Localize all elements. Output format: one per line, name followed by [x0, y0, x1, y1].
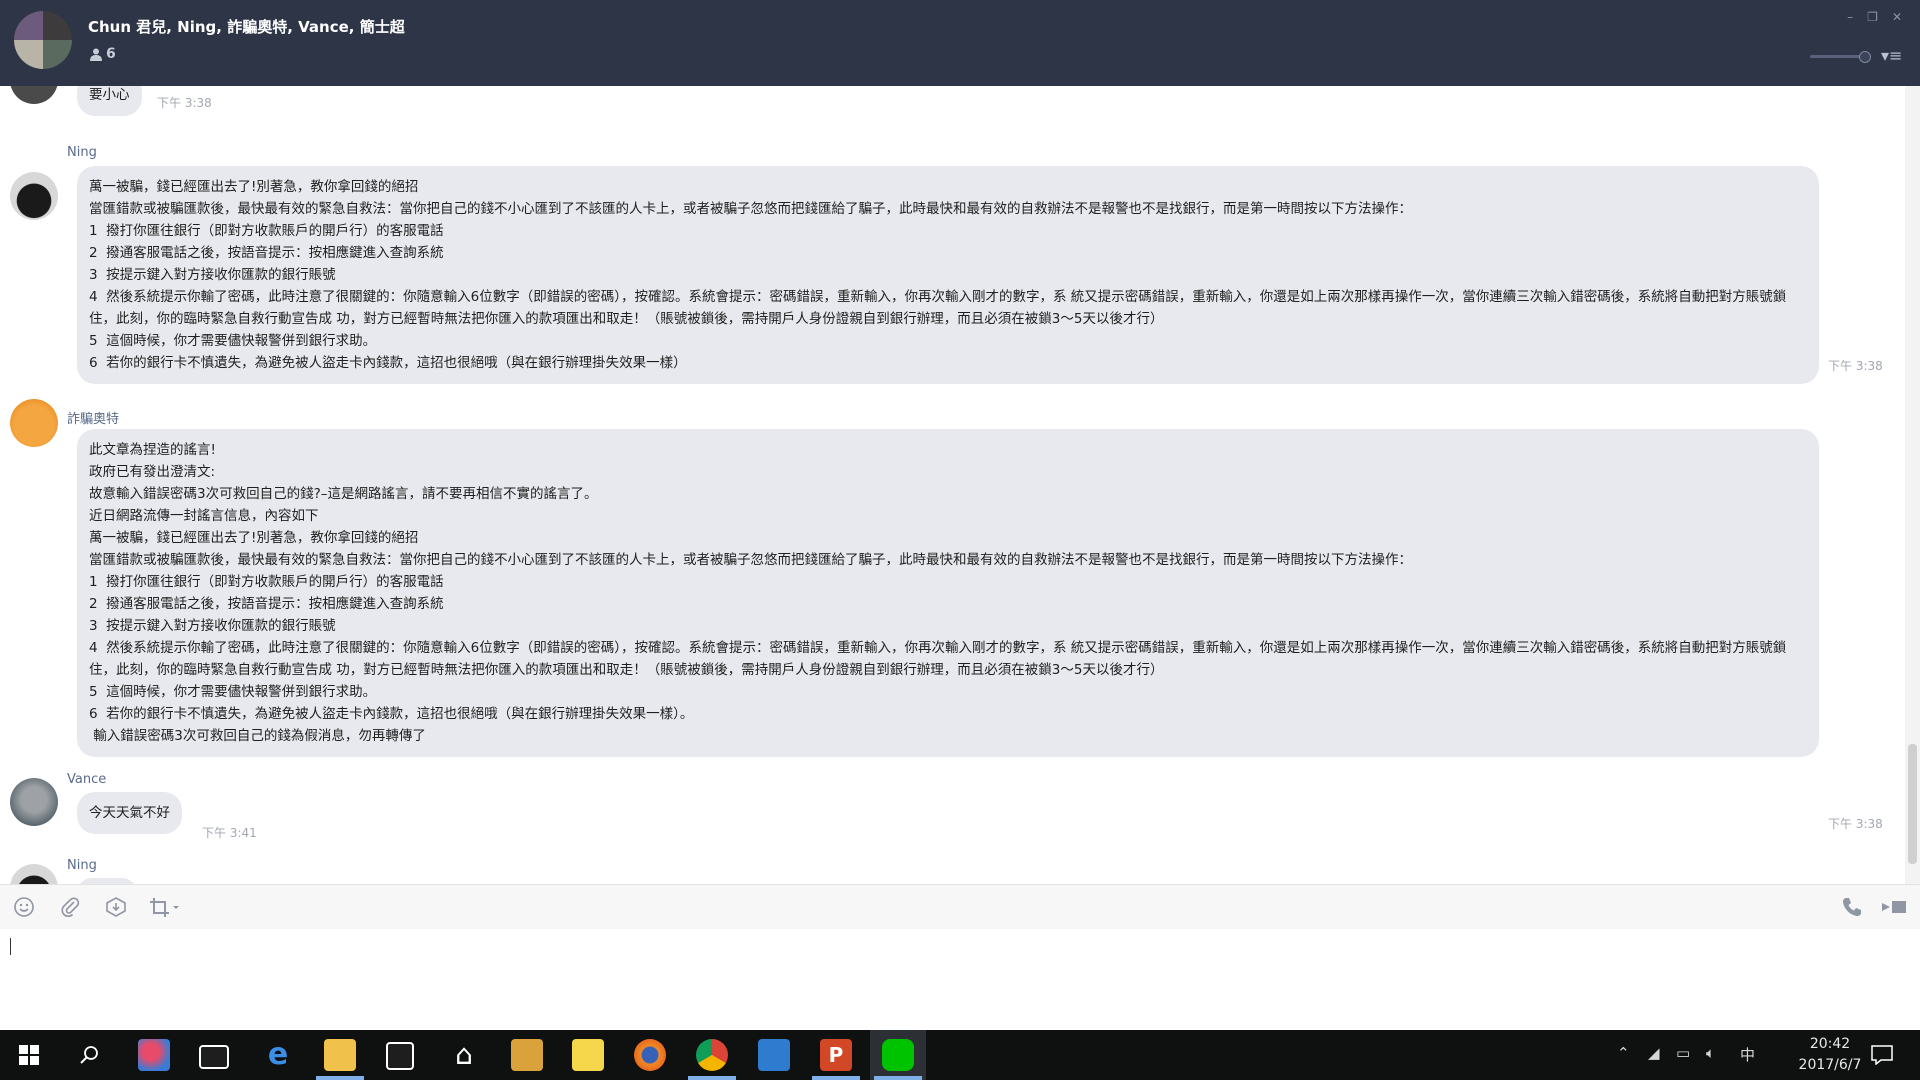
input-toolbar — [0, 884, 1920, 930]
message-time: 下午 3:38 — [1828, 817, 1883, 831]
restore-icon[interactable]: ❐ — [1867, 10, 1878, 24]
message-line: 5 這個時候，你才需要儘快報警併到銀行求助。 — [89, 333, 377, 349]
paint-app-icon[interactable] — [138, 1039, 170, 1071]
powerpoint-icon[interactable]: P — [820, 1039, 852, 1071]
store-icon[interactable] — [386, 1042, 414, 1070]
member-count-value: 6 — [106, 46, 116, 62]
volume-icon[interactable]: 🔈︎ — [1706, 1044, 1715, 1062]
clock-time: 20:42 — [1809, 1036, 1851, 1052]
message-bubble[interactable]: 今天天氣不好 — [77, 792, 182, 834]
message-line: 萬一被騙，錢已經匯出去了!別著急，教你拿回錢的絕招 — [89, 179, 419, 195]
message-line: 1 撥打你匯往銀行（即對方收款賬戶的開戶行）的客服電話 — [89, 223, 444, 239]
message-line: 此文章為捏造的謠言! — [89, 442, 216, 458]
firefox-icon[interactable] — [634, 1039, 666, 1071]
message-bubble[interactable]: 要小心 — [77, 86, 142, 116]
active-indicator — [812, 1076, 860, 1080]
person-icon — [90, 48, 102, 61]
sender-name: Ning — [67, 858, 97, 873]
minimize-icon[interactable]: – — [1847, 10, 1853, 24]
message-line: 3 按提示鍵入對方接收你匯款的銀行賬號 — [89, 267, 336, 283]
message-line: 萬一被騙，錢已經匯出去了!別著急，教你拿回錢的絕招 — [89, 530, 419, 546]
avatar[interactable] — [10, 864, 58, 884]
message-time: 下午 3:38 — [157, 96, 212, 110]
home-icon[interactable]: ⌂ — [448, 1039, 480, 1071]
avatar[interactable] — [10, 172, 58, 220]
search-icon[interactable] — [80, 1045, 100, 1065]
photos-app-icon[interactable] — [758, 1039, 790, 1071]
chat-title[interactable]: Chun 君兒, Ning, 詐騙奧特, Vance, 簡士超 — [88, 16, 405, 37]
system-clock[interactable]: 20:42 2017/6/7 — [1790, 1034, 1870, 1076]
line-app-taskbar-button[interactable] — [870, 1030, 926, 1080]
message-bubble[interactable]: 此文章為捏造的謠言! 政府已有發出澄清文: 故意輸入錯誤密碼3次可救回自己的錢?… — [77, 429, 1819, 757]
message-line: 當匯錯款或被騙匯款後，最快最有效的緊急自救法：當你把自己的錢不小心匯到了不該匯的… — [89, 552, 1412, 568]
avatar[interactable] — [10, 399, 58, 447]
emoji-icon[interactable] — [12, 895, 36, 919]
sender-name: Vance — [67, 772, 107, 787]
avatar[interactable] — [10, 86, 58, 104]
chrome-icon[interactable] — [696, 1039, 728, 1071]
line-app-icon — [882, 1039, 914, 1071]
message-input[interactable] — [0, 929, 1920, 1030]
show-hidden-icons-icon[interactable]: ⌃ — [1617, 1044, 1630, 1062]
battery-icon[interactable]: ▭ — [1676, 1044, 1690, 1062]
message-line: 1 撥打你匯往銀行（即對方收款賬戶的開戶行）的客服電話 — [89, 574, 444, 590]
chat-scrollbar[interactable] — [1905, 86, 1920, 884]
sender-name: 詐騙奧特 — [67, 412, 120, 427]
wifi-icon[interactable]: ◢ — [1648, 1044, 1660, 1062]
clock-date: 2017/6/7 — [1798, 1057, 1862, 1073]
active-indicator — [316, 1076, 364, 1080]
attachment-icon[interactable] — [58, 895, 82, 919]
scrollbar-thumb[interactable] — [1908, 744, 1917, 864]
zoom-slider-knob[interactable] — [1859, 51, 1871, 63]
message-line: 4 然後系統提示你輸了密碼，此時注意了很關鍵的：你隨意輸入6位數字（即錯誤的密碼… — [89, 640, 1787, 678]
sticky-notes-icon[interactable] — [572, 1039, 604, 1071]
zoom-slider[interactable] — [1810, 51, 1871, 63]
message-line: 6 若你的銀行卡不慎遺失，為避免被人盜走卡內錢款，這招也很絕哦（與在銀行辦理掛失… — [89, 706, 694, 722]
message-time: 下午 3:41 — [202, 826, 257, 840]
active-indicator — [688, 1076, 736, 1080]
message-line: 近日網路流傳一封謠言信息，內容如下 — [89, 508, 319, 524]
message-line: 2 撥通客服電話之後，按語音提示：按相應鍵進入查詢系統 — [89, 596, 444, 612]
message-line: 輸入錯誤密碼3次可救回自己的錢為假消息，勿再轉傳了 — [89, 728, 426, 744]
group-avatar[interactable] — [14, 11, 72, 69]
file-explorer-icon[interactable] — [324, 1039, 356, 1071]
message-line: 5 這個時候，你才需要儘快報警併到銀行求助。 — [89, 684, 377, 700]
message-bubble[interactable]: 萬一被騙，錢已經匯出去了!別著急，教你拿回錢的絕招 當匯錯款或被騙匯款後，最快最… — [77, 166, 1819, 384]
message-line: 6 若你的銀行卡不慎遺失，為避免被人盜走卡內錢款，這招也很絕哦（與在銀行辦理掛失… — [89, 355, 687, 371]
message-line: 當匯錯款或被騙匯款後，最快最有效的緊急自救法：當你把自己的錢不小心匯到了不該匯的… — [89, 201, 1412, 217]
chat-message-list[interactable]: 要小心 下午 3:38 Ning 萬一被騙，錢已經匯出去了!別著急，教你拿回錢的… — [0, 86, 1905, 884]
message-line: 政府已有發出澄清文: — [89, 464, 216, 480]
message-line: 4 然後系統提示你輸了密碼，此時注意了很關鍵的：你隨意輸入6位數字（即錯誤的密碼… — [89, 289, 1787, 327]
window-controls: – ❐ ✕ — [1847, 10, 1902, 24]
message-time: 下午 3:38 — [1828, 359, 1883, 373]
chat-header: Chun 君兒, Ning, 詐騙奧特, Vance, 簡士超 6 – ❐ ✕ … — [0, 0, 1920, 86]
edge-browser-icon[interactable]: e — [262, 1039, 294, 1071]
screenshot-crop-icon[interactable] — [148, 895, 184, 919]
avatar[interactable] — [10, 778, 58, 826]
notes-app-icon[interactable] — [511, 1039, 543, 1071]
message-line: 故意輸入錯誤密碼3次可救回自己的錢?–這是網路謠言，請不要再相信不實的謠言了。 — [89, 486, 598, 502]
input-method-indicator[interactable]: 中 — [1740, 1044, 1755, 1065]
menu-icon[interactable]: ▾≡ — [1881, 46, 1902, 65]
message-line: 2 撥通客服電話之後，按語音提示：按相應鍵進入查詢系統 — [89, 245, 444, 261]
windows-start-icon[interactable] — [19, 1045, 39, 1065]
message-text: 要小心 — [89, 87, 130, 103]
mail-icon[interactable] — [199, 1045, 229, 1069]
video-call-icon[interactable] — [1880, 895, 1910, 919]
close-icon[interactable]: ✕ — [1892, 10, 1902, 24]
message-line: 3 按提示鍵入對方接收你匯款的銀行賬號 — [89, 618, 336, 634]
member-count[interactable]: 6 — [90, 46, 116, 62]
windows-taskbar: e ⌂ P ⌃ ◢ ▭ 🔈︎ 中 20:42 2017/6/7 — [0, 1030, 1920, 1080]
phone-icon[interactable] — [1840, 895, 1864, 919]
notification-center-icon[interactable] — [1871, 1045, 1893, 1065]
sender-name: Ning — [67, 145, 97, 160]
active-indicator — [874, 1076, 922, 1080]
message-line: 今天天氣不好 — [89, 805, 170, 821]
save-download-icon[interactable] — [104, 895, 128, 919]
text-caret — [10, 938, 11, 955]
